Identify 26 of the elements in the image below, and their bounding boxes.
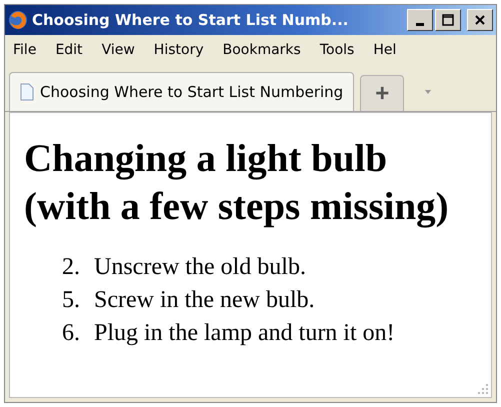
maximize-button[interactable] <box>435 9 461 31</box>
resize-grip-icon[interactable] <box>477 383 489 395</box>
minimize-button[interactable] <box>407 9 433 31</box>
maximize-icon <box>441 13 455 27</box>
page-icon <box>20 83 34 101</box>
list-number: 2. <box>62 253 81 282</box>
menu-item[interactable]: History <box>154 42 204 58</box>
list-item: Screw in the new bulb. <box>94 286 315 315</box>
close-icon <box>473 13 487 27</box>
list-number: 5. <box>62 286 81 315</box>
page-heading: Changing a light bulb (with a few steps missing) <box>24 136 450 230</box>
browser-tab[interactable]: Choosing Where to Start List Numbering <box>9 72 354 111</box>
menu-item[interactable]: File <box>13 42 36 58</box>
close-button[interactable] <box>467 9 493 31</box>
window-title: Choosing Where to Start List Numb... <box>32 11 350 29</box>
list-number: 6. <box>62 319 81 348</box>
menu-item[interactable]: Bookmarks <box>222 42 301 58</box>
menu-item[interactable]: View <box>102 42 135 58</box>
minimize-icon <box>416 22 424 26</box>
menu-item[interactable]: Hel <box>373 42 396 58</box>
new-tab-button[interactable]: + <box>360 75 404 111</box>
globe-icon <box>8 10 28 30</box>
list-item: Unscrew the old bulb. <box>94 253 306 282</box>
list-item: Plug in the lamp and turn it on! <box>94 319 395 348</box>
menu-item[interactable]: Tools <box>320 42 354 58</box>
menu-item[interactable]: Edit <box>55 42 83 58</box>
